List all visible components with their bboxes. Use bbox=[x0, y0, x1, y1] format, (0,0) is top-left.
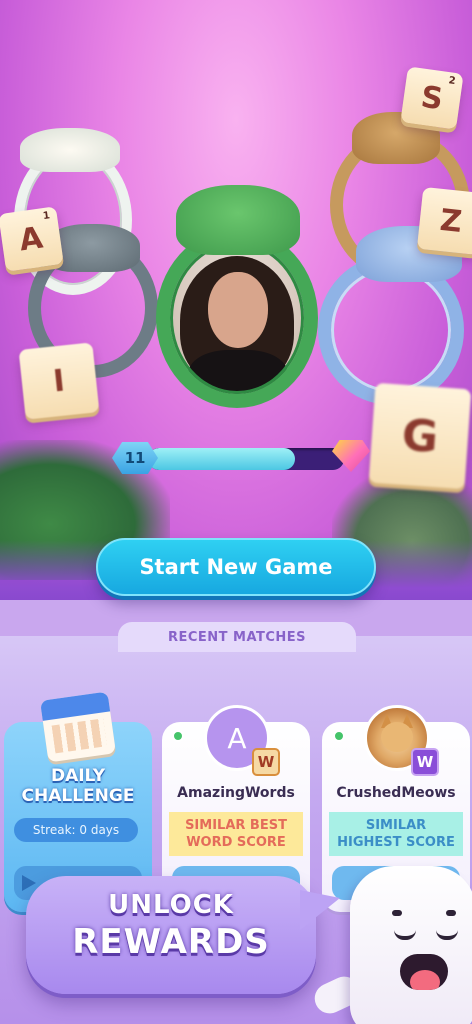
level-progress[interactable]: 11 bbox=[112, 440, 370, 476]
letter-tile-g: G bbox=[368, 382, 472, 490]
mascot-brow bbox=[446, 910, 456, 916]
tile-letter: Z bbox=[438, 202, 464, 240]
unlock-rewards-text: UNLOCK REWARDS bbox=[26, 890, 316, 964]
start-new-game-label: Start New Game bbox=[139, 555, 333, 579]
play-icon bbox=[22, 875, 36, 891]
badge-letter: W bbox=[257, 753, 275, 771]
parrot-ornament bbox=[176, 185, 300, 255]
promo-line2: REWARDS bbox=[72, 922, 270, 962]
tile-points: 1 bbox=[42, 210, 51, 223]
start-new-game-button[interactable]: Start New Game bbox=[96, 538, 376, 596]
opponent-name: CrushedMeows bbox=[336, 785, 456, 801]
promo-line1: UNLOCK bbox=[108, 890, 234, 920]
cat-face bbox=[381, 722, 413, 752]
level-progress-fill bbox=[148, 448, 295, 470]
daily-challenge-title-line2: CHALLENGE bbox=[21, 786, 135, 806]
stat-line2: HIGHEST SCORE bbox=[337, 835, 455, 850]
calendar-icon bbox=[40, 691, 116, 763]
tile-letter: I bbox=[51, 363, 67, 399]
opponent-name: AmazingWords bbox=[177, 785, 295, 801]
mascot-brow bbox=[392, 910, 402, 916]
stat-line2: WORD SCORE bbox=[186, 835, 286, 850]
letter-tile-s: S 2 bbox=[400, 66, 464, 130]
stat-line1: SIMILAR BEST bbox=[185, 818, 287, 833]
badge-letter: W bbox=[416, 753, 434, 771]
recent-matches-header: RECENT MATCHES bbox=[118, 622, 356, 652]
level-badge: 11 bbox=[112, 442, 158, 474]
words-badge-icon: W bbox=[252, 748, 280, 776]
level-progress-track bbox=[148, 448, 344, 470]
letter-tile-a: A 1 bbox=[0, 206, 64, 272]
daily-challenge-title-line1: DAILY bbox=[50, 766, 106, 786]
letter-tile-i: I bbox=[18, 342, 100, 420]
words-badge-icon: W bbox=[411, 748, 439, 776]
calendar-grid bbox=[51, 718, 107, 754]
tile-letter: A bbox=[17, 220, 45, 258]
streak-pill: Streak: 0 days bbox=[14, 818, 138, 842]
daily-challenge-title: DAILY CHALLENGE bbox=[4, 766, 152, 806]
online-status-dot bbox=[172, 730, 184, 742]
streak-label: Streak: 0 days bbox=[32, 823, 120, 837]
opponent-avatar-letter: A bbox=[227, 721, 247, 755]
mascot-tongue bbox=[410, 970, 440, 990]
tile-letter: S bbox=[418, 79, 446, 117]
online-status-dot bbox=[333, 730, 345, 742]
hero-scene: A 1 I S 2 Z G 11 bbox=[0, 0, 472, 600]
similar-score-label: SIMILAR BEST WORD SCORE bbox=[169, 812, 303, 856]
level-number: 11 bbox=[124, 449, 146, 467]
letter-tile-z: Z bbox=[416, 186, 472, 256]
tile-mascot bbox=[350, 866, 472, 1024]
similar-score-label: SIMILAR HIGHEST SCORE bbox=[329, 812, 463, 856]
bee-flower-ornament bbox=[20, 128, 120, 172]
recent-matches-label: RECENT MATCHES bbox=[167, 629, 307, 645]
player-avatar-frame[interactable] bbox=[156, 228, 318, 408]
mascot-mouth bbox=[400, 954, 448, 990]
tile-letter: G bbox=[400, 409, 440, 463]
tile-points: 2 bbox=[447, 75, 457, 88]
stat-line1: SIMILAR bbox=[365, 818, 427, 833]
